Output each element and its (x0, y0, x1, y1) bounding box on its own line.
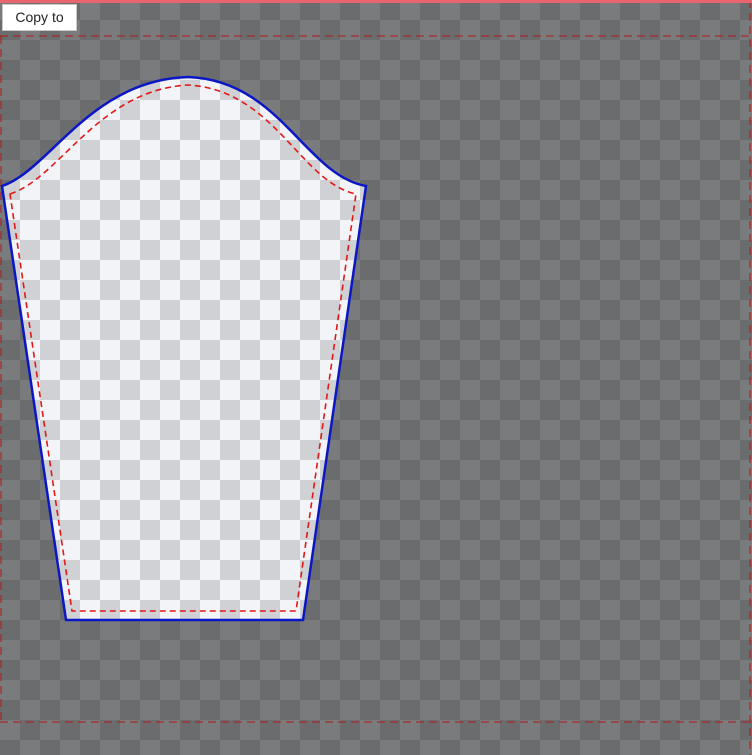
sleeve-piece-outline[interactable] (0, 75, 368, 622)
pattern-canvas[interactable]: Copy to (0, 0, 752, 755)
copy-to-button[interactable]: Copy to (2, 4, 77, 31)
pattern-svg[interactable] (0, 0, 752, 755)
top-accent-strip (0, 0, 752, 3)
